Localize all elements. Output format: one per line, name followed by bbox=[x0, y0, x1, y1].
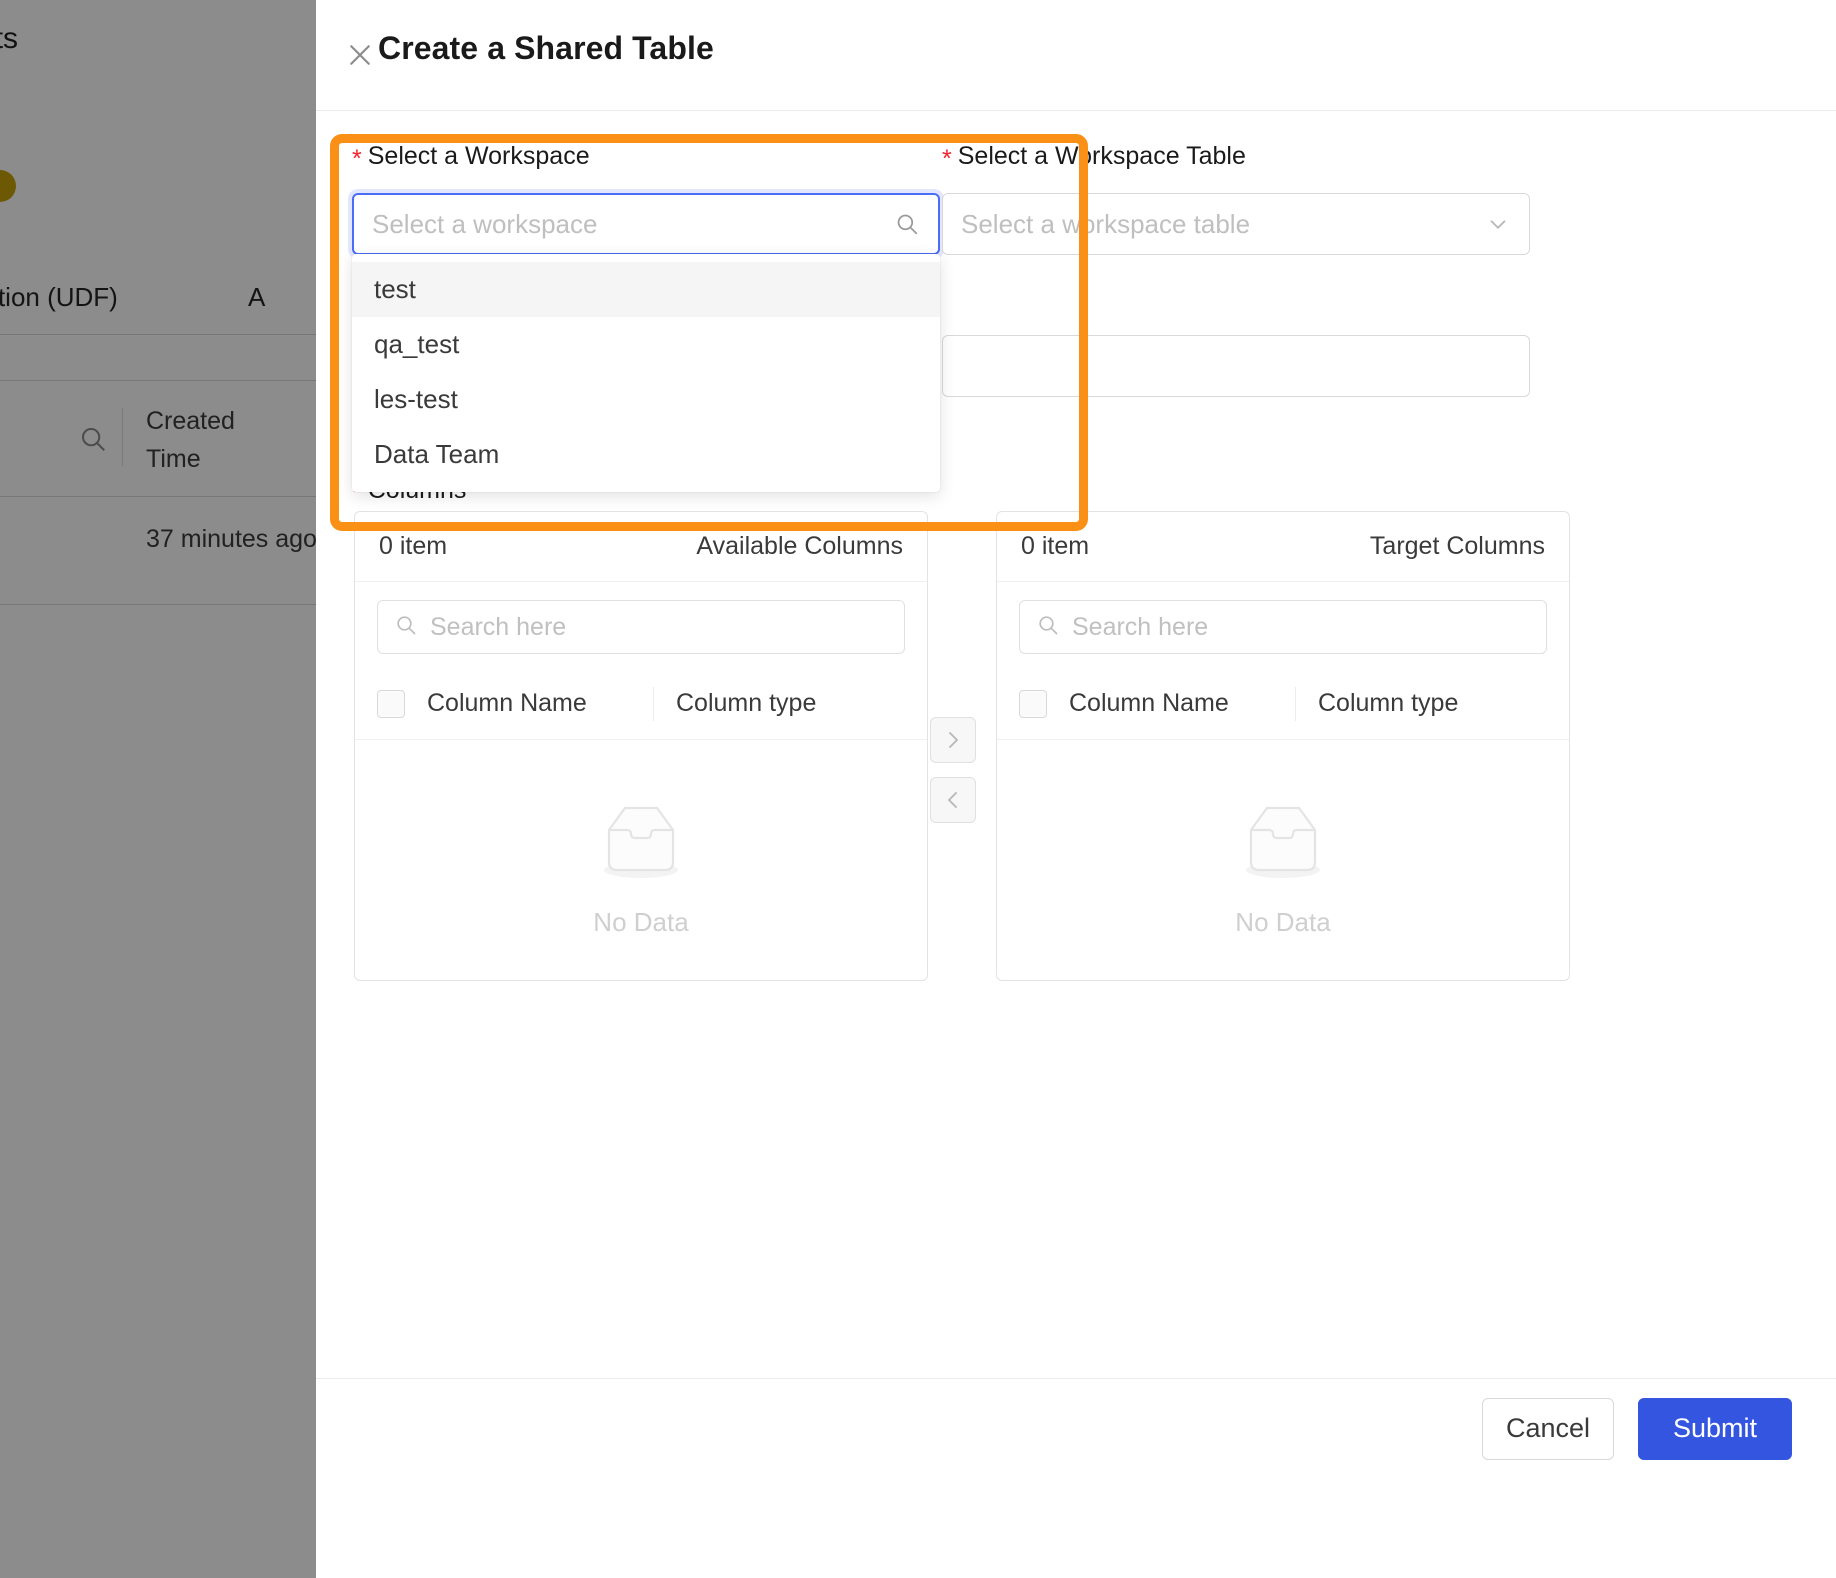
dialog-title: Create a Shared Table bbox=[378, 30, 714, 66]
submit-button[interactable]: Submit bbox=[1638, 1397, 1792, 1460]
target-columns-panel: 0 item Target Columns Search here Column… bbox=[996, 511, 1570, 981]
workspace-table-select[interactable]: Select a workspace table bbox=[942, 193, 1530, 255]
available-col-name-header: Column Name bbox=[427, 689, 587, 717]
workspace-option-label: test bbox=[374, 274, 416, 304]
search-icon bbox=[1036, 613, 1060, 642]
workspace-option-test[interactable]: test bbox=[352, 262, 940, 317]
divider bbox=[1295, 686, 1296, 721]
workspace-dropdown-menu[interactable]: test qa_test les-test Data Team bbox=[352, 254, 940, 492]
workspace-table-placeholder: Select a workspace table bbox=[961, 209, 1251, 239]
move-left-button[interactable] bbox=[930, 777, 976, 823]
workspace-option-label: qa_test bbox=[374, 329, 460, 359]
close-icon[interactable] bbox=[340, 35, 380, 75]
target-columns-count: 0 item bbox=[1021, 532, 1090, 560]
workspace-placeholder: Select a workspace bbox=[372, 209, 598, 239]
workspace-select-input[interactable]: Select a workspace bbox=[352, 193, 940, 255]
workspace-option-label: Data Team bbox=[374, 439, 500, 469]
workspace-table-label: * Select a Workspace Table bbox=[942, 142, 1542, 173]
workspace-table-field: * Select a Workspace Table Select a works… bbox=[942, 142, 1542, 255]
workspace-label-text: Select a Workspace bbox=[367, 142, 590, 170]
create-shared-table-dialog: Create a Shared Table * Select a Workspac… bbox=[316, 0, 1836, 1578]
available-empty-label: No Data bbox=[593, 907, 689, 937]
move-right-button[interactable] bbox=[930, 717, 976, 763]
available-search-input[interactable]: Search here bbox=[377, 600, 905, 654]
available-col-type-header: Column type bbox=[676, 689, 817, 717]
required-marker: * bbox=[942, 145, 952, 173]
inbox-icon bbox=[1229, 800, 1337, 891]
transfer-buttons bbox=[930, 717, 976, 823]
target-col-type-header: Column type bbox=[1318, 689, 1459, 717]
target-col-name-header: Column Name bbox=[1069, 689, 1229, 717]
modal-overlay[interactable] bbox=[0, 0, 316, 1578]
workspace-option-les-test[interactable]: les-test bbox=[352, 372, 940, 427]
target-columns-table-header: Column Name Column type bbox=[997, 668, 1569, 740]
available-search-wrap: Search here bbox=[355, 582, 927, 654]
target-search-placeholder: Search here bbox=[1072, 612, 1209, 641]
workspace-table-label-text: Select a Workspace Table bbox=[957, 142, 1246, 170]
workspace-label: * Select a Workspace bbox=[352, 142, 952, 173]
search-icon bbox=[894, 211, 920, 237]
workspace-field: * Select a Workspace Select a workspace bbox=[352, 142, 952, 255]
dialog-body: * Select a Workspace Select a workspace *… bbox=[316, 111, 1836, 1478]
workspace-option-label: les-test bbox=[374, 384, 458, 414]
workspace-option-data-team[interactable]: Data Team bbox=[352, 427, 940, 482]
target-select-all-checkbox[interactable] bbox=[1019, 689, 1047, 718]
available-select-all-checkbox[interactable] bbox=[377, 689, 405, 718]
available-columns-table-header: Column Name Column type bbox=[355, 668, 927, 740]
target-empty-state: No Data bbox=[997, 740, 1569, 980]
target-empty-label: No Data bbox=[1235, 907, 1331, 937]
search-icon bbox=[394, 613, 418, 642]
cancel-button[interactable]: Cancel bbox=[1482, 1397, 1614, 1460]
divider bbox=[653, 686, 654, 721]
available-columns-header: 0 item Available Columns bbox=[355, 512, 927, 582]
available-columns-title: Available Columns bbox=[696, 532, 903, 560]
required-marker: * bbox=[352, 145, 362, 173]
secondary-text-input[interactable] bbox=[942, 335, 1530, 397]
chevron-down-icon bbox=[1485, 211, 1511, 237]
available-columns-count: 0 item bbox=[379, 532, 448, 560]
available-columns-panel: 0 item Available Columns Search here Col… bbox=[354, 511, 928, 981]
target-search-input[interactable]: Search here bbox=[1019, 600, 1547, 654]
target-search-wrap: Search here bbox=[997, 582, 1569, 654]
available-search-placeholder: Search here bbox=[430, 612, 567, 641]
workspace-option-qa-test[interactable]: qa_test bbox=[352, 317, 940, 372]
target-columns-title: Target Columns bbox=[1369, 532, 1545, 560]
inbox-icon bbox=[587, 800, 695, 891]
target-columns-header: 0 item Target Columns bbox=[997, 512, 1569, 582]
available-empty-state: No Data bbox=[355, 740, 927, 980]
dialog-header: Create a Shared Table bbox=[316, 0, 1836, 111]
dialog-footer: Cancel Submit bbox=[316, 1378, 1836, 1478]
